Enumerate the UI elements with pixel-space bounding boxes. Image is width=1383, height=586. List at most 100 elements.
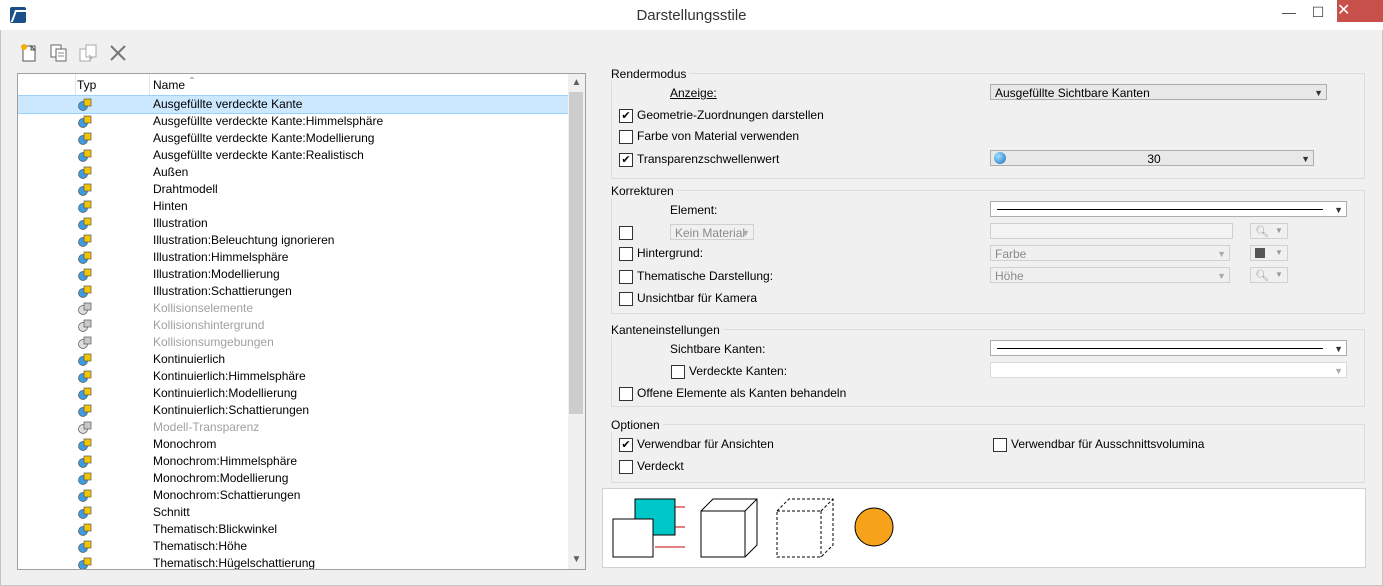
scrollbar-thumb[interactable] [569, 92, 583, 414]
list-item[interactable]: Monochrom:Himmelsphäre [18, 453, 568, 470]
list-item-name: Ausgefüllte verdeckte Kante:Himmelsphäre [153, 114, 384, 128]
delete-icon[interactable] [107, 42, 129, 64]
list-item[interactable]: Monochrom:Schattierungen [18, 487, 568, 504]
list-item[interactable]: Kontinuierlich:Schattierungen [18, 402, 568, 419]
chevron-down-icon: ▼ [1334, 344, 1343, 354]
transparenz-checkbox[interactable]: ✔ [619, 153, 633, 167]
chevron-down-icon: ▼ [1275, 226, 1283, 235]
maximize-button[interactable]: ☐ [1305, 3, 1331, 21]
list-item[interactable]: Ausgefüllte verdeckte Kante [18, 95, 569, 114]
scroll-up-icon[interactable]: ▲ [568, 74, 585, 91]
verdeckte-kanten-checkbox[interactable] [671, 365, 685, 379]
list-item[interactable]: Thematisch:Blickwinkel [18, 521, 568, 538]
list-item[interactable]: Drahtmodell [18, 181, 568, 198]
display-style-icon [78, 251, 92, 264]
list-item[interactable]: Illustration [18, 215, 568, 232]
window-title: Darstellungsstile [636, 7, 747, 24]
list-item[interactable]: Kollisionsumgebungen [18, 334, 568, 351]
list-item-name: Ausgefüllte verdeckte Kante:Modellierung [153, 131, 375, 145]
sichtbare-kanten-dropdown[interactable]: ▼ [990, 340, 1347, 356]
list-item[interactable]: Monochrom [18, 436, 568, 453]
verdeckt-label: Verdeckt [637, 459, 684, 473]
thematisch-picker-button: 🔍︎ ▼ [1250, 267, 1288, 283]
list-item[interactable]: Kontinuierlich:Modellierung [18, 385, 568, 402]
unsichtbar-checkbox[interactable] [619, 292, 633, 306]
offene-elemente-checkbox[interactable] [619, 387, 633, 401]
list-item[interactable]: Illustration:Schattierungen [18, 283, 568, 300]
list-item-name: Illustration:Himmelsphäre [153, 250, 289, 264]
offene-elemente-label: Offene Elemente als Kanten behandeln [637, 386, 847, 400]
list-item[interactable]: Ausgefüllte verdeckte Kante:Realistisch [18, 147, 568, 164]
close-button[interactable]: ✕ [1337, 0, 1383, 22]
column-header-name[interactable]: Name [153, 78, 185, 92]
geometrie-checkbox[interactable]: ✔ [619, 109, 633, 123]
element-line-dropdown[interactable]: ▼ [990, 201, 1347, 217]
column-separator [75, 74, 76, 95]
list-item[interactable]: Ausgefüllte verdeckte Kante:Himmelsphäre [18, 113, 568, 130]
list-item[interactable]: Hinten [18, 198, 568, 215]
style-preview [602, 488, 1366, 568]
list-item[interactable]: Monochrom:Modellierung [18, 470, 568, 487]
display-style-icon [78, 421, 92, 434]
anzeige-dropdown[interactable]: Ausgefüllte Sichtbare Kanten ▼ [990, 84, 1327, 100]
transparenz-dropdown[interactable]: 30 ▼ [990, 150, 1314, 166]
ausschnitt-label: Verwendbar für Ausschnittsvolumina [1011, 437, 1205, 451]
list-item[interactable]: Illustration:Beleuchtung ignorieren [18, 232, 568, 249]
column-header-typ[interactable]: Typ [77, 78, 96, 92]
anzeige-value: Ausgefüllte Sichtbare Kanten [995, 86, 1150, 100]
chevron-down-icon: ▼ [1275, 270, 1283, 279]
magnifier-icon: 🔍︎ [1255, 226, 1269, 238]
list-item[interactable]: Illustration:Himmelsphäre [18, 249, 568, 266]
list-item[interactable]: Kontinuierlich:Himmelsphäre [18, 368, 568, 385]
list-item-name: Illustration:Beleuchtung ignorieren [153, 233, 335, 247]
vertical-scrollbar[interactable]: ▲ ▼ [568, 74, 585, 569]
list-item[interactable]: Kollisionshintergrund [18, 317, 568, 334]
verdeckt-checkbox[interactable] [619, 460, 633, 474]
paste-icon [77, 42, 99, 64]
list-item-name: Ausgefüllte verdeckte Kante:Realistisch [153, 148, 364, 162]
ansichten-checkbox[interactable]: ✔ [619, 438, 633, 452]
list-item-name: Thematisch:Hügelschattierung [153, 556, 316, 570]
hintergrund-dropdown: Farbe ▼ [990, 245, 1230, 261]
display-style-icon [78, 353, 92, 366]
display-style-icon [78, 285, 92, 298]
scroll-down-icon[interactable]: ▼ [568, 551, 585, 568]
list-item[interactable]: Schnitt [18, 504, 568, 521]
list-item[interactable]: Außen [18, 164, 568, 181]
display-style-icon [78, 336, 92, 349]
list-item[interactable]: Ausgefüllte verdeckte Kante:Modellierung [18, 130, 568, 147]
list-item[interactable]: Thematisch:Höhe [18, 538, 568, 555]
ausschnitt-checkbox[interactable] [993, 438, 1007, 452]
hintergrund-checkbox[interactable] [619, 247, 633, 261]
column-separator [149, 74, 150, 95]
copy-icon[interactable] [48, 42, 70, 64]
thematisch-value: Höhe [995, 269, 1024, 283]
material-checkbox[interactable] [619, 226, 633, 240]
thematisch-checkbox[interactable] [619, 270, 633, 284]
magnifier-icon: 🔍︎ [1255, 270, 1269, 282]
farbe-material-checkbox[interactable] [619, 130, 633, 144]
display-style-icon [78, 540, 92, 553]
list-item[interactable]: Illustration:Modellierung [18, 266, 568, 283]
list-rows: Ausgefüllte verdeckte Kante Ausgefüllte v… [18, 95, 569, 570]
list-item[interactable]: Kontinuierlich [18, 351, 568, 368]
list-item-name: Illustration [153, 216, 208, 230]
unsichtbar-label: Unsichtbar für Kamera [637, 291, 758, 305]
sichtbare-kanten-label: Sichtbare Kanten: [670, 342, 766, 356]
list-item-name: Drahtmodell [153, 182, 218, 196]
chevron-down-icon: ▼ [1217, 249, 1226, 259]
anzeige-label: Anzeige: [670, 86, 717, 100]
list-item[interactable]: Thematisch:Hügelschattierung [18, 555, 568, 570]
list-item-name: Illustration:Schattierungen [153, 284, 292, 298]
korrekturen-title: Korrekturen [608, 184, 677, 198]
transparenz-value: 30 [1147, 152, 1161, 166]
style-list[interactable]: Typ Name ˆ Ausgefüllte verdeckte Kante Au… [17, 73, 586, 570]
new-icon[interactable] [18, 42, 40, 64]
list-item[interactable]: Modell-Transparenz [18, 419, 568, 436]
chevron-down-icon: ▼ [1217, 271, 1226, 281]
list-item[interactable]: Kollisionselemente [18, 300, 568, 317]
rendermodus-title: Rendermodus [608, 67, 690, 81]
display-style-icon [78, 302, 92, 315]
minimize-button[interactable]: — [1276, 3, 1302, 21]
display-style-icon [78, 115, 92, 128]
